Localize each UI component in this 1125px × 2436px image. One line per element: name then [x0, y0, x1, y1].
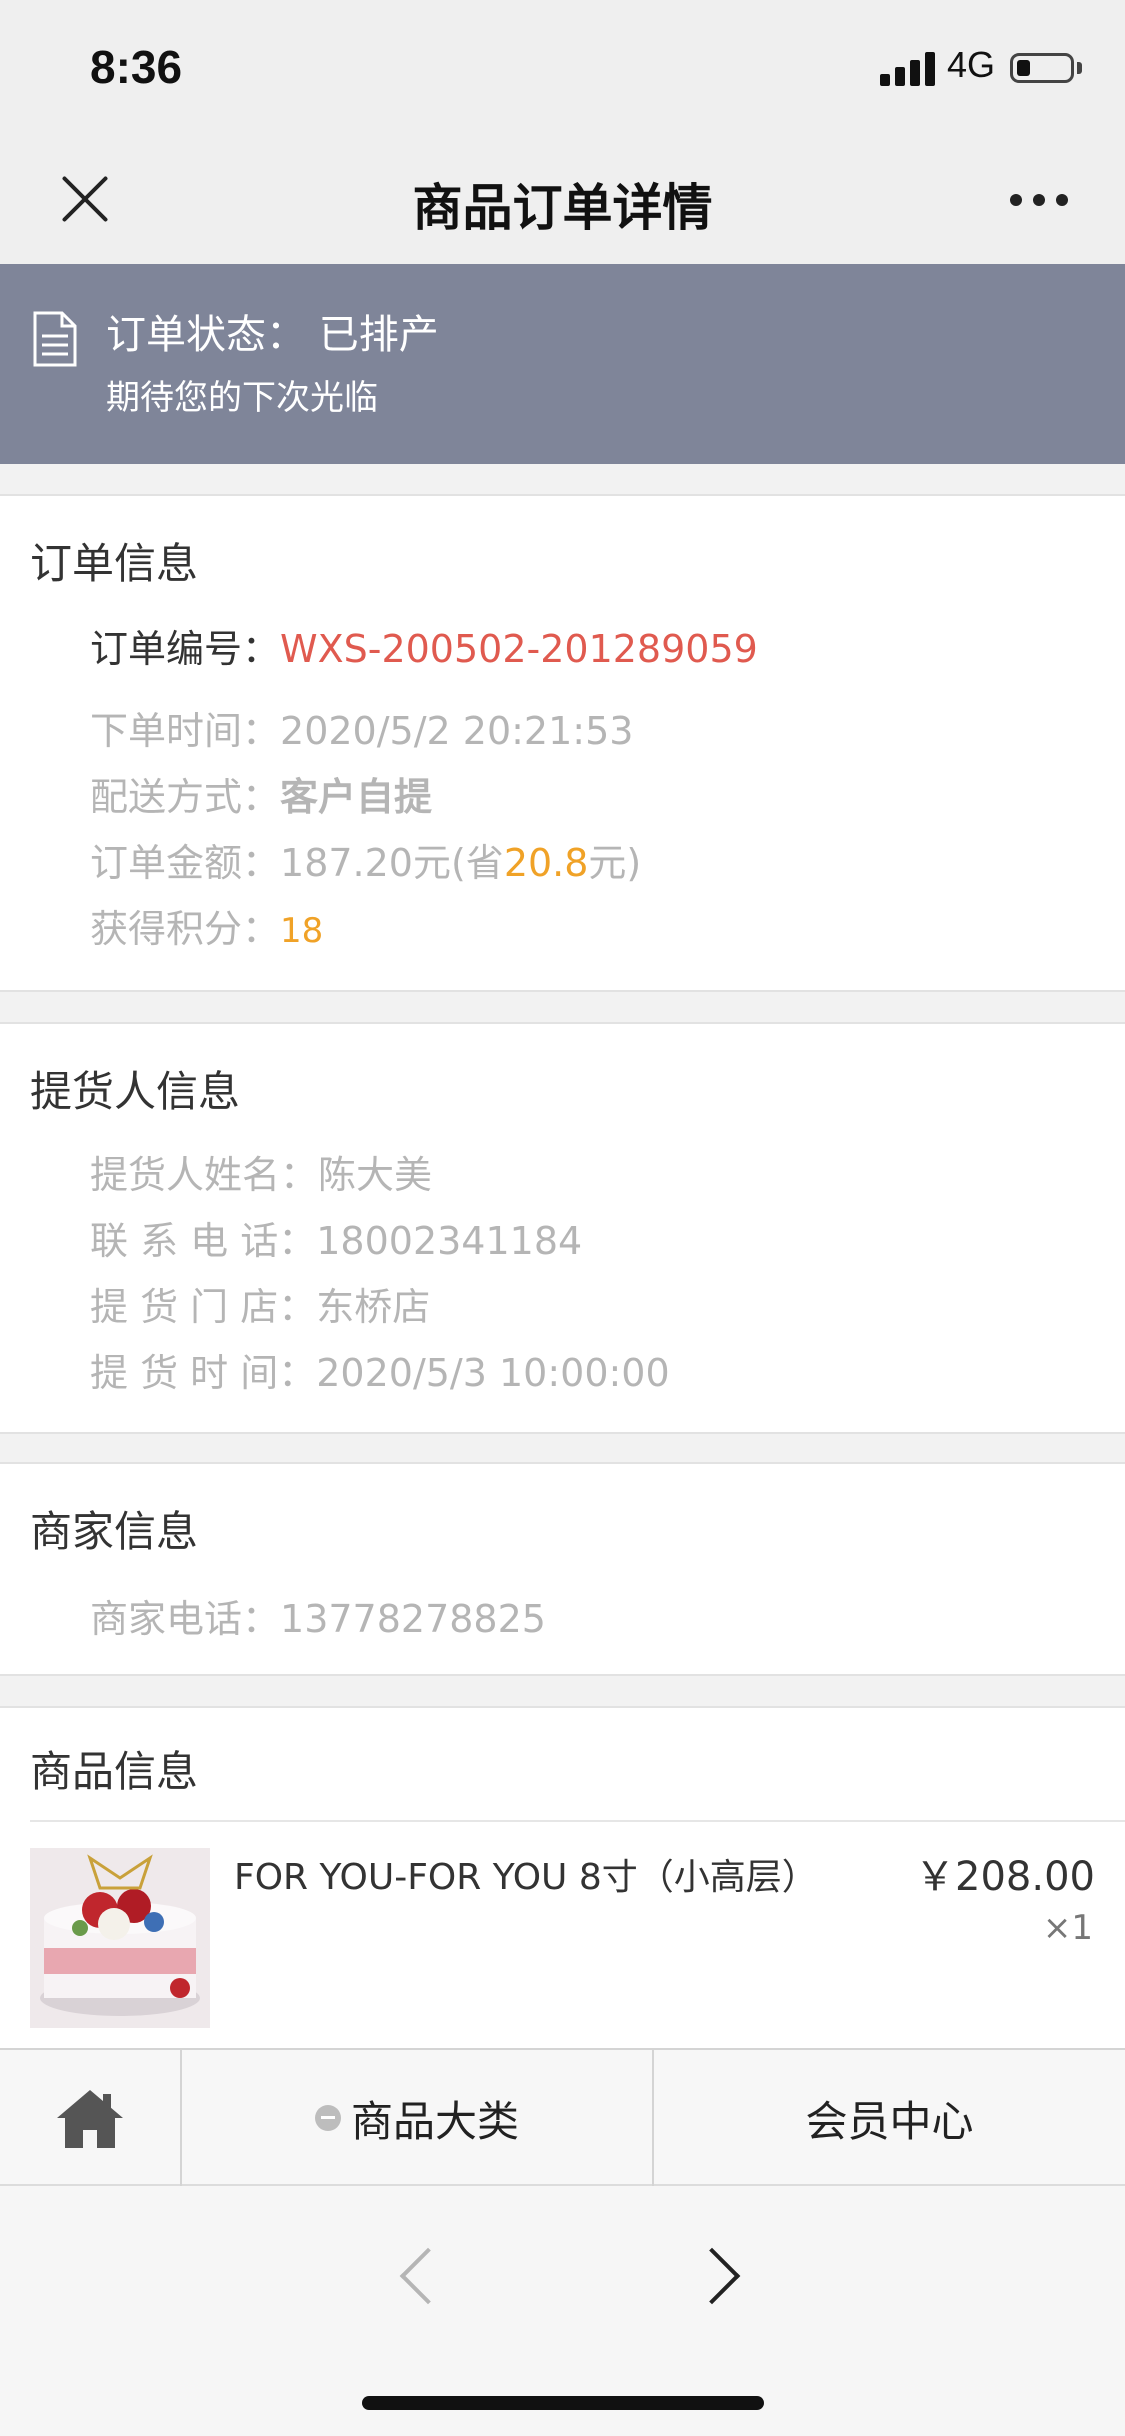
order-time-value: 2020/5/2 20:21:53	[280, 709, 634, 753]
points-label: 获得积分：	[90, 907, 281, 951]
pickup-name-label: 提货人姓名：	[90, 1153, 319, 1197]
bottom-menu: 商品大类 会员中心	[0, 2048, 1125, 2186]
home-icon	[57, 2090, 123, 2148]
signal-icon	[880, 52, 936, 86]
more-icon[interactable]	[1010, 194, 1068, 206]
product-price: ￥208.00	[915, 1854, 1095, 1900]
order-status-subtitle: 期待您的下次光临	[106, 378, 378, 418]
divider	[30, 1820, 1125, 1822]
status-time: 8:36	[90, 41, 183, 93]
pickup-time-row: 提 货 时 间：2020/5/3 10:00:00	[90, 1342, 670, 1397]
order-amount-saved: 20.8	[503, 841, 589, 885]
member-center-button[interactable]: 会员中心	[654, 2050, 1125, 2186]
categories-button[interactable]: 商品大类	[182, 2050, 652, 2186]
order-number-value: WXS-200502-201289059	[280, 627, 758, 671]
merchant-phone-label: 商家电话：	[90, 1597, 281, 1641]
order-amount-label: 订单金额：	[90, 841, 281, 885]
battery-level	[1017, 60, 1030, 76]
menu-icon	[314, 2105, 341, 2131]
pickup-store-row: 提 货 门 店：东桥店	[90, 1276, 430, 1331]
section-title: 商品信息	[30, 1747, 199, 1796]
order-number-row: 订单编号：WXS-200502-201289059	[90, 618, 758, 673]
battery-cap	[1077, 62, 1082, 74]
back-chevron-icon[interactable]	[399, 2247, 457, 2305]
browser-toolbar	[0, 2186, 1125, 2436]
order-status-banner: 订单状态： 已排产 期待您的下次光临	[0, 264, 1125, 464]
battery-icon	[1010, 53, 1074, 83]
order-amount-value: 187.20元(省	[280, 841, 504, 885]
page-title: 商品订单详情	[412, 179, 713, 237]
pickup-phone-label: 联 系 电 话：	[90, 1219, 317, 1263]
merchant-phone-value[interactable]: 13778278825	[280, 1597, 546, 1641]
section-title: 提货人信息	[30, 1067, 241, 1116]
pickup-phone-value[interactable]: 18002341184	[316, 1219, 582, 1263]
pickup-phone-row: 联 系 电 话：18002341184	[90, 1210, 582, 1265]
order-status-text: 订单状态： 已排产	[106, 312, 439, 358]
delivery-method-label: 配送方式：	[90, 775, 281, 819]
delivery-method-value: 客户自提	[280, 775, 433, 819]
delivery-method-row: 配送方式：客户自提	[90, 766, 432, 821]
forward-chevron-icon[interactable]	[683, 2247, 741, 2305]
product-info-section: 商品信息 FOR YOU-FOR YOU 8寸（小高层） ￥208.00 ×1	[0, 1706, 1125, 2056]
pickup-time-value: 2020/5/3 10:00:00	[316, 1351, 670, 1395]
merchant-phone-row: 商家电话：13778278825	[90, 1588, 546, 1643]
order-time-label: 下单时间：	[90, 709, 281, 753]
categories-label: 商品大类	[350, 2096, 519, 2146]
points-value: 18	[280, 911, 324, 951]
pickup-name-row: 提货人姓名：陈大美	[90, 1144, 432, 1199]
product-quantity: ×1	[1042, 1908, 1093, 1948]
status-bar: 8:36 4G	[0, 0, 1125, 132]
order-time-row: 下单时间：2020/5/2 20:21:53	[90, 700, 633, 755]
order-info-section: 订单信息 订单编号：WXS-200502-201289059 下单时间：2020…	[0, 494, 1125, 992]
order-amount-suffix: 元)	[588, 841, 642, 885]
section-title: 订单信息	[30, 539, 199, 588]
order-number-label: 订单编号：	[90, 627, 281, 671]
member-center-label: 会员中心	[805, 2096, 974, 2146]
network-type: 4G	[947, 44, 996, 85]
pickup-info-section: 提货人信息 提货人姓名：陈大美 联 系 电 话：18002341184 提 货 …	[0, 1022, 1125, 1434]
points-row: 获得积分：18	[90, 898, 323, 953]
pickup-name-value: 陈大美	[318, 1153, 433, 1197]
home-indicator[interactable]	[362, 2396, 764, 2410]
section-title: 商家信息	[30, 1507, 199, 1556]
home-button[interactable]	[0, 2050, 180, 2186]
cake-image[interactable]	[30, 1848, 210, 2028]
document-icon	[33, 311, 77, 367]
nav-bar: 商品订单详情	[0, 132, 1125, 264]
pickup-store-label: 提 货 门 店：	[90, 1285, 317, 1329]
product-name[interactable]: FOR YOU-FOR YOU 8寸（小高层）	[234, 1848, 818, 1900]
pickup-time-label: 提 货 时 间：	[90, 1351, 317, 1395]
order-amount-row: 订单金额：187.20元(省20.8元)	[90, 832, 641, 887]
pickup-store-value: 东桥店	[316, 1285, 431, 1329]
merchant-info-section: 商家信息 商家电话：13778278825	[0, 1462, 1125, 1676]
